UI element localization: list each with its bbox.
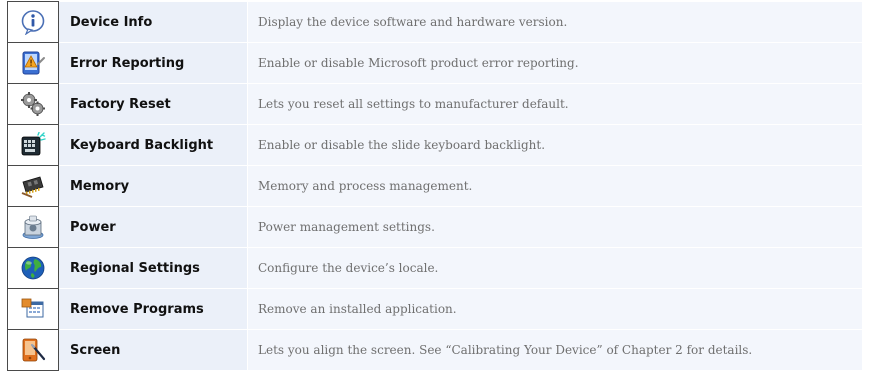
setting-name[interactable]: Remove Programs — [58, 288, 248, 330]
setting-description: Lets you align the screen. See “Calibrat… — [247, 329, 862, 371]
memory-chip-icon — [20, 173, 46, 199]
screen-stylus-icon — [20, 337, 46, 363]
setting-description: Remove an installed application. — [247, 288, 862, 330]
setting-name[interactable]: Memory — [58, 165, 248, 207]
icon-cell — [7, 165, 59, 207]
settings-table: Device Info Display the device software … — [7, 1, 862, 371]
error-reporting-icon — [20, 50, 46, 76]
setting-name[interactable]: Device Info — [58, 1, 248, 43]
table-row: Screen Lets you align the screen. See “C… — [7, 329, 862, 371]
setting-name[interactable]: Factory Reset — [58, 83, 248, 125]
icon-cell — [7, 83, 59, 125]
icon-cell — [7, 1, 59, 43]
keyboard-backlight-icon — [20, 132, 46, 158]
table-row: Memory Memory and process management. — [7, 165, 862, 207]
table-row: Device Info Display the device software … — [7, 1, 862, 43]
settings-table-page: Device Info Display the device software … — [0, 0, 869, 379]
icon-cell — [7, 206, 59, 248]
setting-description: Enable or disable the slide keyboard bac… — [247, 124, 862, 166]
power-icon — [20, 214, 46, 240]
info-icon — [20, 9, 46, 35]
table-row: Keyboard Backlight Enable or disable the… — [7, 124, 862, 166]
setting-name[interactable]: Error Reporting — [58, 42, 248, 84]
setting-description: Lets you reset all settings to manufactu… — [247, 83, 862, 125]
icon-cell — [7, 288, 59, 330]
icon-cell — [7, 42, 59, 84]
globe-icon — [20, 255, 46, 281]
table-row: Factory Reset Lets you reset all setting… — [7, 83, 862, 125]
setting-name[interactable]: Screen — [58, 329, 248, 371]
table-row: Regional Settings Configure the device’s… — [7, 247, 862, 289]
setting-name[interactable]: Power — [58, 206, 248, 248]
remove-programs-icon — [20, 296, 46, 322]
icon-cell — [7, 247, 59, 289]
table-row: Error Reporting Enable or disable Micros… — [7, 42, 862, 84]
setting-description: Enable or disable Microsoft product erro… — [247, 42, 862, 84]
setting-description: Display the device software and hardware… — [247, 1, 862, 43]
setting-name[interactable]: Keyboard Backlight — [58, 124, 248, 166]
icon-cell — [7, 124, 59, 166]
setting-description: Memory and process management. — [247, 165, 862, 207]
setting-description: Power management settings. — [247, 206, 862, 248]
gears-icon — [20, 91, 46, 117]
table-row: Power Power management settings. — [7, 206, 862, 248]
setting-name[interactable]: Regional Settings — [58, 247, 248, 289]
icon-cell — [7, 329, 59, 371]
setting-description: Configure the device’s locale. — [247, 247, 862, 289]
table-row: Remove Programs Remove an installed appl… — [7, 288, 862, 330]
